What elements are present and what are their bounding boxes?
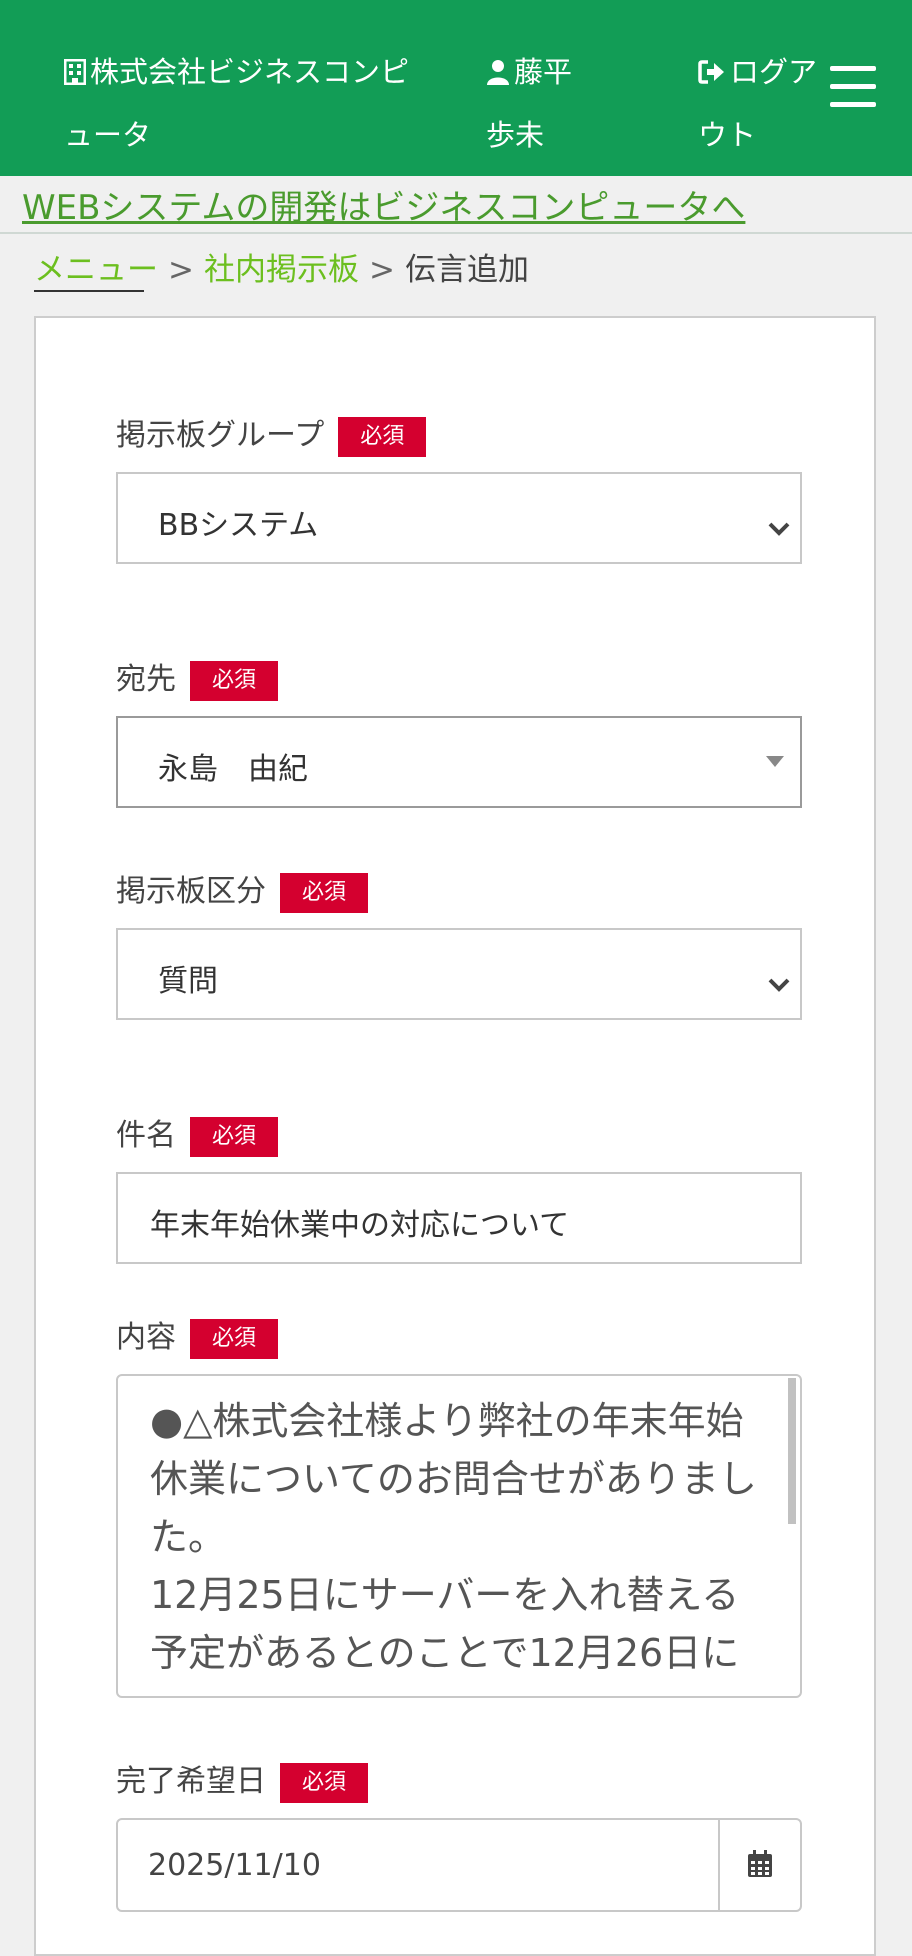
- required-badge: 必須: [190, 1116, 279, 1157]
- user-icon: [486, 45, 510, 105]
- chevron-down-icon: [768, 966, 790, 1001]
- app-header: 株式会社ビジネスコンピュータ 藤平 歩未 ログアウト: [0, 0, 912, 176]
- caret-down-icon: [766, 756, 784, 767]
- hamburger-menu-icon[interactable]: [830, 66, 876, 108]
- required-badge: 必須: [190, 1318, 279, 1359]
- required-badge: 必須: [338, 416, 427, 457]
- recipient-label: 宛先 必須: [116, 658, 279, 702]
- building-icon: [63, 45, 87, 105]
- breadcrumb-current: 伝言追加: [404, 252, 529, 288]
- required-badge: 必須: [190, 660, 279, 701]
- promo-banner: WEBシステムの開発はビジネスコンピュータへ: [0, 176, 912, 234]
- group-label: 掲示板グループ 必須: [116, 414, 427, 458]
- breadcrumb-separator: >: [368, 252, 395, 288]
- required-badge: 必須: [280, 872, 369, 913]
- subject-input[interactable]: 年末年始休業中の対応について: [116, 1172, 802, 1264]
- group-select[interactable]: BBシステム: [116, 472, 802, 564]
- due-date-label: 完了希望日 必須: [116, 1760, 369, 1804]
- due-date-input[interactable]: 2025/11/10: [116, 1818, 802, 1912]
- breadcrumb-bulletin-board[interactable]: 社内掲示板: [204, 252, 359, 288]
- chevron-down-icon: [768, 510, 790, 545]
- recipient-select[interactable]: 永島 由紀: [116, 716, 802, 808]
- promo-link[interactable]: WEBシステムの開発はビジネスコンピュータへ: [22, 180, 745, 229]
- content-label: 内容 必須: [116, 1316, 279, 1360]
- subject-label: 件名 必須: [116, 1114, 279, 1158]
- content-text: ●△株式会社様より弊社の年末年始休業についてのお問合せがありました。 12月25…: [150, 1399, 757, 1675]
- breadcrumb: メニュー > 社内掲示板 > 伝言追加: [34, 244, 529, 289]
- company-name: 株式会社ビジネスコンピュータ: [64, 55, 410, 152]
- category-select[interactable]: 質問: [116, 928, 802, 1020]
- required-badge: 必須: [280, 1762, 369, 1803]
- company-link[interactable]: 株式会社ビジネスコンピュータ: [63, 42, 424, 165]
- calendar-button[interactable]: [718, 1820, 800, 1910]
- sign-out-icon: [698, 45, 726, 105]
- category-label: 掲示板区分 必須: [116, 870, 369, 914]
- textarea-scrollbar[interactable]: [788, 1378, 796, 1524]
- logout-button[interactable]: ログアウト: [698, 42, 838, 165]
- content-textarea[interactable]: ●△株式会社様より弊社の年末年始休業についてのお問合せがありました。 12月25…: [116, 1374, 802, 1698]
- breadcrumb-menu[interactable]: メニュー: [34, 252, 158, 288]
- message-form: 掲示板グループ 必須 BBシステム 宛先 必須 永島 由紀 掲示板区分 必須 質問 件…: [34, 316, 876, 1956]
- user-link[interactable]: 藤平 歩未: [486, 42, 606, 165]
- breadcrumb-underline: [34, 290, 144, 292]
- calendar-icon: [748, 1850, 772, 1877]
- breadcrumb-separator: >: [168, 252, 194, 288]
